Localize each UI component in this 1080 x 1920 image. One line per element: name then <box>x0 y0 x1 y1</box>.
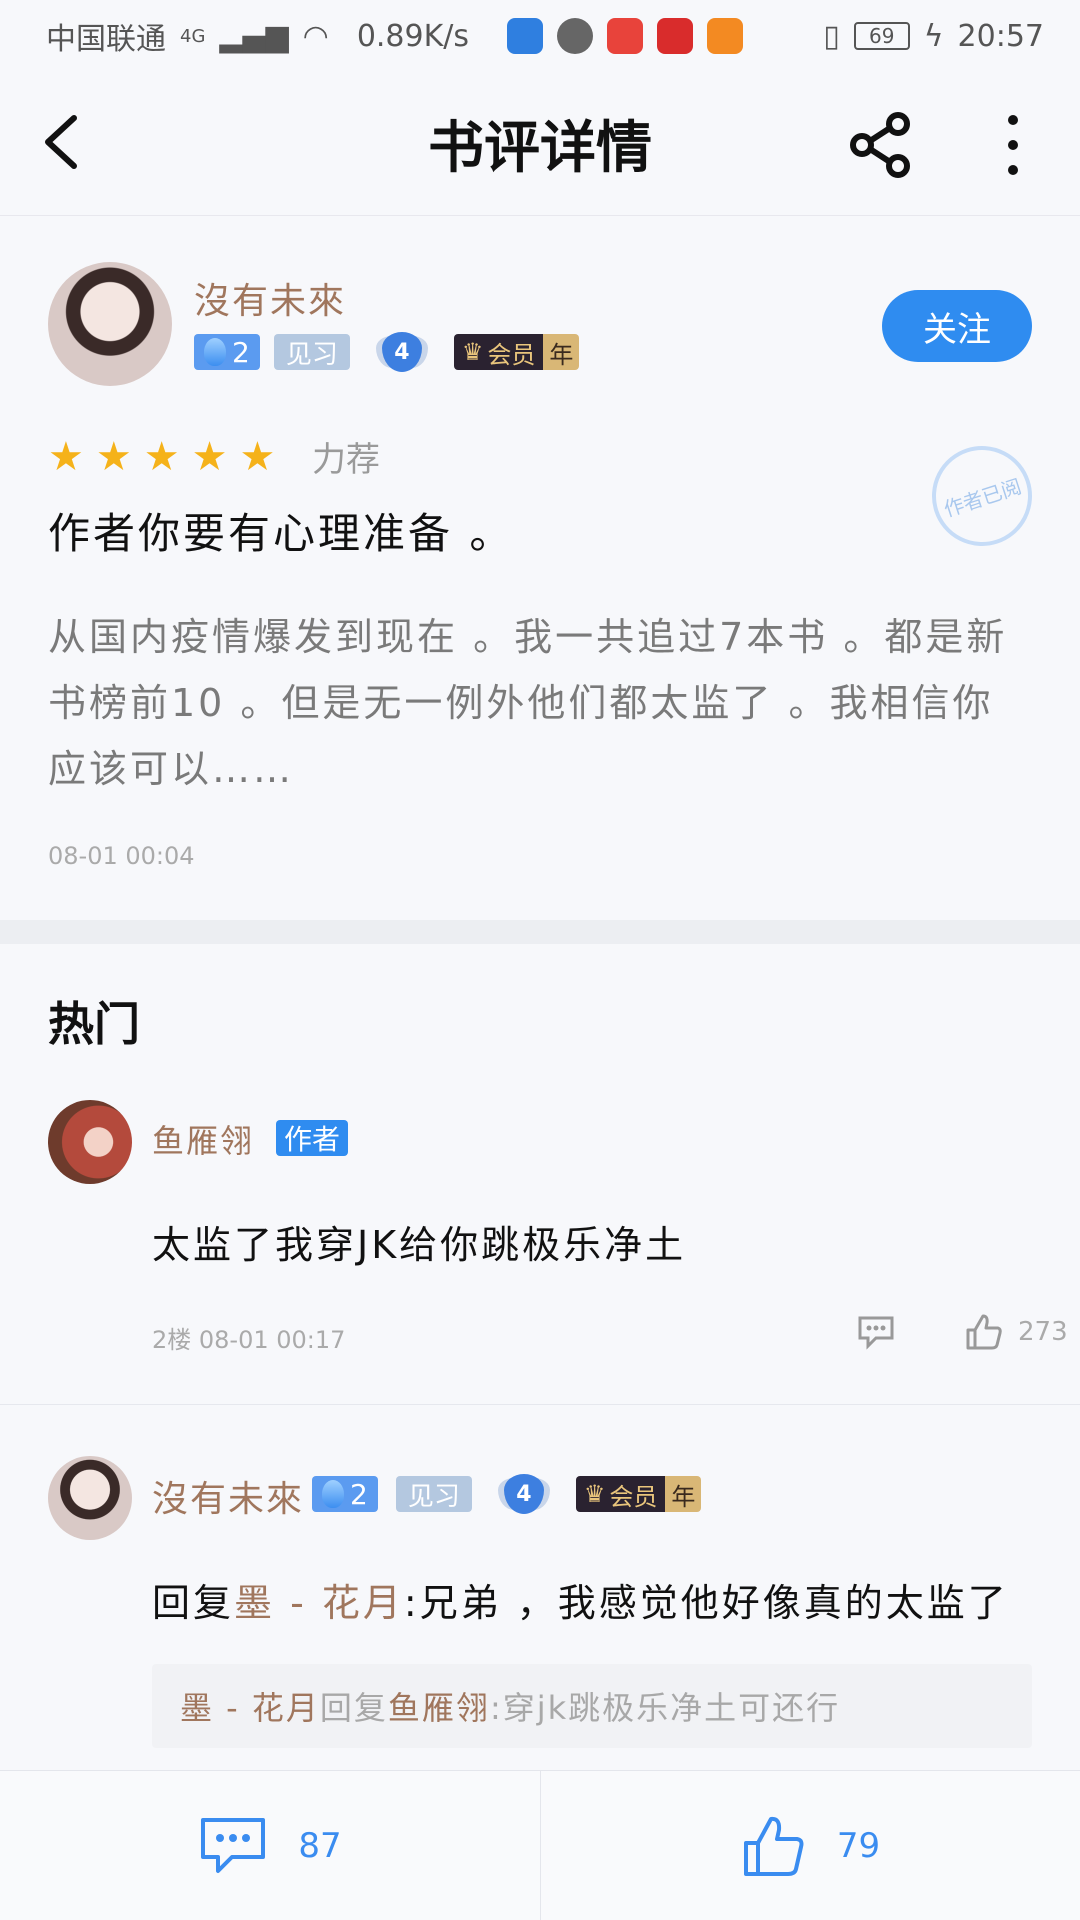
rank-tag: 见习 <box>395 1476 472 1512</box>
app-bar: 书评详情 <box>0 72 1080 216</box>
vip-period: 年 <box>665 1476 702 1512</box>
signal-icon: ▂▄▆ <box>219 18 289 54</box>
vip-badge: ♛ 会员 年 <box>453 334 580 370</box>
star-icon: ★ <box>191 434 228 480</box>
wifi-icon: ◠ <box>302 18 329 54</box>
level-value: 2 <box>232 335 250 369</box>
bottom-bar: 87 79 <box>0 1770 1080 1920</box>
vip-period: 年 <box>543 334 580 370</box>
rank-tag: 见习 <box>273 334 350 370</box>
stamp-text: 作者已阅 <box>940 473 1025 522</box>
review-title: 作者你要有心理准备 。 <box>48 509 515 558</box>
review-body[interactable]: 从国内疫情爆发到现在 。我一共追过7本书 。都是新书榜前10 。但是无一例外他们… <box>48 604 1018 802</box>
network-label: 4G <box>180 25 206 47</box>
review-time: 08-01 00:04 <box>48 842 195 870</box>
reviewer-name[interactable]: 沒有未來 <box>194 272 346 324</box>
net-speed: 0.89K/s <box>356 18 470 54</box>
like-count: 273 <box>1018 1317 1068 1347</box>
carrier-label: 中国联通 <box>46 22 166 57</box>
star-icon: ★ <box>48 434 84 480</box>
reply-prefix: 回复 <box>152 1581 235 1625</box>
star-icon: ★ <box>95 434 132 480</box>
level-badge: 2 <box>194 334 260 370</box>
level-value: 2 <box>350 1477 368 1511</box>
commenter-name[interactable]: 沒有未來 <box>152 1470 304 1522</box>
like-icon[interactable] <box>964 1312 1004 1352</box>
video-app-icon <box>707 18 744 54</box>
author-tag: 作者 <box>276 1120 349 1156</box>
reviewer-avatar[interactable] <box>48 262 172 386</box>
commenter-badges: 2 见习 4 ♛ 会员 年 <box>312 1474 702 1514</box>
vip-label: 会员 <box>609 1482 658 1511</box>
thumbs-up-icon <box>743 1816 804 1876</box>
share-icon[interactable] <box>848 112 914 178</box>
crown-icon: ♛ <box>583 1480 606 1508</box>
rating-stars: ★ ★ ★ ★ ★ <box>48 434 275 480</box>
charging-icon: ϟ <box>923 18 944 54</box>
quote-mid: 回复 <box>319 1689 388 1727</box>
section-divider <box>0 920 1080 944</box>
follow-button[interactable]: 关注 <box>882 290 1032 362</box>
comment-meta: 2楼 08-01 00:17 <box>152 1326 346 1354</box>
vip-label: 会员 <box>487 340 536 369</box>
star-icon: ★ <box>143 434 180 480</box>
comments-count: 87 <box>298 1826 342 1866</box>
commenter-badges: 作者 <box>276 1120 349 1156</box>
like-button[interactable]: 79 <box>540 1771 1080 1920</box>
quote-to[interactable]: 鱼雁翎 <box>388 1683 490 1729</box>
shield-app-icon <box>507 18 544 54</box>
status-bar: 中国联通 4G ▂▄▆ ◠ 0.89K/s ▯ 69 ϟ 20:57 <box>0 0 1080 72</box>
comment-text[interactable]: 太监了我穿JK给你跳极乐净土 <box>152 1214 686 1269</box>
comments-button[interactable]: 87 <box>0 1771 540 1920</box>
flame-icon <box>322 1480 344 1508</box>
vibrate-icon: ▯ <box>823 18 840 54</box>
rating-label: 力荐 <box>312 440 380 480</box>
more-options-icon[interactable] <box>998 112 1028 178</box>
comment-actions: 273 <box>856 1312 1068 1352</box>
comment-icon <box>201 1818 266 1873</box>
commenter-name[interactable]: 鱼雁翎 <box>152 1116 254 1162</box>
commenter-avatar[interactable] <box>48 1456 132 1540</box>
shop-app-icon <box>657 18 694 54</box>
quoted-reply[interactable]: 墨 - 花月 回复 鱼雁翎:穿jk跳极乐净土可还行 <box>152 1664 1032 1748</box>
quote-text: :穿jk跳极乐净土可还行 <box>489 1689 841 1727</box>
map-app-icon <box>607 18 644 54</box>
level-badge: 2 <box>312 1476 378 1512</box>
vip-badge: ♛ 会员 年 <box>575 1476 702 1512</box>
shield-badge-icon: 4 <box>503 1474 544 1514</box>
page-title: 书评详情 <box>428 115 652 181</box>
reviewer-badges: 2 见习 4 ♛ 会员 年 <box>194 332 580 372</box>
qq-app-icon <box>557 18 594 54</box>
quote-from[interactable]: 墨 - 花月 <box>180 1683 320 1729</box>
likes-count: 79 <box>836 1826 881 1866</box>
crown-icon: ♛ <box>461 338 484 366</box>
comment-separator <box>0 1404 1080 1405</box>
hot-heading: 热门 <box>48 997 140 1051</box>
flame-icon <box>204 338 226 366</box>
shield-badge-icon: 4 <box>381 332 422 372</box>
reply-target[interactable]: 墨 - 花月 <box>234 1581 404 1625</box>
author-read-stamp: 作者已阅 <box>918 432 1046 560</box>
reply-icon[interactable] <box>856 1314 896 1350</box>
clock: 20:57 <box>957 18 1044 54</box>
star-icon: ★ <box>239 434 276 480</box>
reply-text[interactable]: 回复墨 - 花月:兄弟 ，我感觉他好像真的太监了 <box>152 1572 1009 1627</box>
reply-body: :兄弟 ，我感觉他好像真的太监了 <box>403 1581 1009 1625</box>
commenter-avatar[interactable] <box>48 1100 132 1184</box>
battery-icon: 69 <box>853 22 910 50</box>
